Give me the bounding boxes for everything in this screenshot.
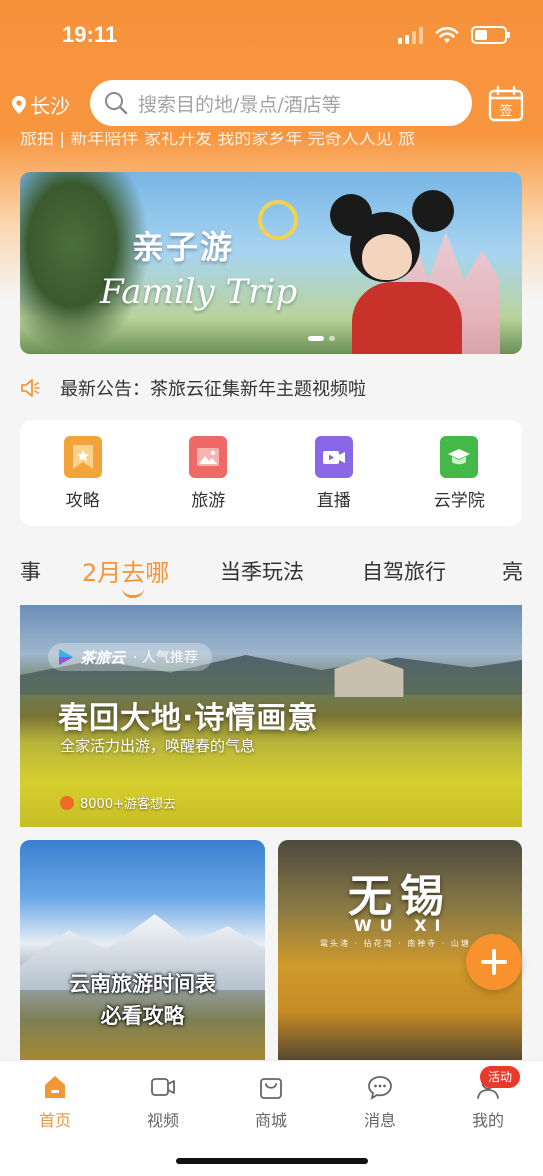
- topic-ticker[interactable]: 旅拍 | 新年陪伴 家礼开发 我的家乡年 完奇人人见 旅: [0, 132, 543, 156]
- graduation-cap-icon: [440, 435, 479, 478]
- tab-february[interactable]: 2月去哪: [82, 553, 169, 588]
- tabbar-label: 商城: [254, 1111, 287, 1130]
- banner-sun-icon: [258, 200, 298, 240]
- message-icon: [368, 1076, 392, 1100]
- pager-dot: [329, 336, 335, 341]
- fire-icon: [60, 795, 74, 810]
- feature-subtitle: 全家活力出游，唤醒春的气息: [60, 737, 256, 755]
- banner-title: 亲子游: [132, 228, 235, 266]
- banner-subtitle: Family Trip: [100, 272, 298, 312]
- tab-seasonal[interactable]: 当季玩法: [220, 556, 304, 586]
- quick-link-academy[interactable]: 云学院: [409, 435, 509, 511]
- search-icon: [105, 92, 128, 115]
- home-icon: [45, 1076, 65, 1098]
- card-yunnan[interactable]: 云南旅游时间表 必看攻略: [20, 840, 265, 1070]
- tabbar-label: 首页: [38, 1111, 71, 1130]
- visitor-count-text: 8000+游客想去: [80, 797, 176, 812]
- announcement-text: 最新公告：茶旅云征集新年主题视频啦: [60, 379, 366, 400]
- quick-link-label: 旅游: [191, 490, 226, 511]
- banner-tree: [20, 172, 150, 354]
- video-icon: [151, 1078, 175, 1096]
- visitor-count: 8000+游客想去: [60, 793, 176, 812]
- shop-bag-icon: [260, 1078, 282, 1099]
- add-post-button[interactable]: [466, 934, 522, 990]
- card-yunnan-line2: 必看攻略: [100, 1004, 185, 1028]
- card-yunnan-line1: 云南旅游时间表: [69, 972, 216, 996]
- search-placeholder: 搜索目的地/景点/酒店等: [138, 93, 341, 116]
- pager-dot-active: [308, 336, 324, 341]
- tab-highlights[interactable]: 亮: [502, 556, 523, 586]
- brand-name: 茶旅云: [80, 648, 126, 667]
- quick-link-label: 攻略: [65, 490, 100, 511]
- play-logo-icon: [59, 649, 73, 665]
- brand-badge: 茶旅云 · 人气推荐: [48, 643, 212, 671]
- search-input[interactable]: 搜索目的地/景点/酒店等: [90, 80, 472, 126]
- bookmark-star-icon: [63, 435, 102, 478]
- brand-tag: · 人气推荐: [133, 650, 198, 666]
- tab-self-drive[interactable]: 自驾旅行: [362, 556, 446, 586]
- picture-icon: [189, 435, 228, 478]
- status-icons: [398, 26, 510, 44]
- quick-link-guide[interactable]: 攻略: [33, 435, 133, 511]
- quick-link-live[interactable]: 直播: [284, 435, 384, 511]
- category-tabs: 事 2月去哪 当季玩法 自驾旅行 亮: [0, 548, 543, 598]
- speaker-icon: [21, 379, 40, 397]
- promo-banner[interactable]: 亲子游 Family Trip: [20, 172, 522, 354]
- tabbar-label: 我的: [471, 1111, 504, 1130]
- tabbar-shop[interactable]: 商城: [236, 1073, 306, 1131]
- battery-icon: [471, 26, 510, 44]
- ticker-text: 旅拍 | 新年陪伴 家礼开发 我的家乡年 完奇人人见 旅: [20, 132, 416, 149]
- tabbar-label: 消息: [363, 1111, 396, 1130]
- tabbar-label: 视频: [146, 1111, 179, 1130]
- tab-stories[interactable]: 事: [20, 556, 41, 586]
- feature-title: 春回大地·诗情画意: [58, 701, 319, 736]
- live-camera-icon: [314, 435, 353, 478]
- quick-links: 攻略 旅游 直播 云学院: [20, 420, 522, 526]
- quick-link-travel[interactable]: 旅游: [158, 435, 258, 511]
- signal-icon: [398, 26, 423, 44]
- banner-mouse-ear-right: [412, 190, 454, 232]
- feature-card[interactable]: 茶旅云 · 人气推荐 春回大地·诗情画意 全家活力出游，唤醒春的气息 8000+…: [20, 605, 522, 827]
- tabbar-home[interactable]: 首页: [20, 1073, 90, 1131]
- banner-pager: [308, 336, 335, 341]
- search-row: 长沙 搜索目的地/景点/酒店等 签: [0, 80, 543, 126]
- card-wuxi-title: 无锡: [348, 871, 452, 922]
- status-bar: 19:11: [0, 0, 543, 72]
- city-selector[interactable]: 长沙: [12, 90, 70, 119]
- location-pin-icon: [12, 95, 26, 114]
- home-indicator[interactable]: [176, 1158, 368, 1164]
- signin-calendar-icon[interactable]: 签: [488, 86, 524, 122]
- city-label: 长沙: [30, 94, 70, 118]
- announcement-bar[interactable]: 最新公告：茶旅云征集新年主题视频啦: [20, 372, 522, 404]
- banner-child: [352, 282, 462, 354]
- event-badge: 活动: [480, 1066, 521, 1088]
- tabbar-video[interactable]: 视频: [128, 1073, 198, 1131]
- card-wuxi-caption: 鼋头渚 · 拈花湾 · 南禅寺 · 山塘: [320, 939, 471, 948]
- tabbar-messages[interactable]: 消息: [345, 1073, 415, 1131]
- active-tab-indicator: [122, 588, 144, 598]
- banner-mouse-face: [362, 234, 412, 280]
- status-time: 19:11: [62, 22, 118, 47]
- quick-link-label: 直播: [316, 490, 351, 511]
- quick-link-label: 云学院: [433, 490, 485, 511]
- wifi-icon: [435, 27, 459, 43]
- card-wuxi-subtitle: WU XI: [354, 916, 449, 935]
- signin-label: 签: [499, 103, 512, 119]
